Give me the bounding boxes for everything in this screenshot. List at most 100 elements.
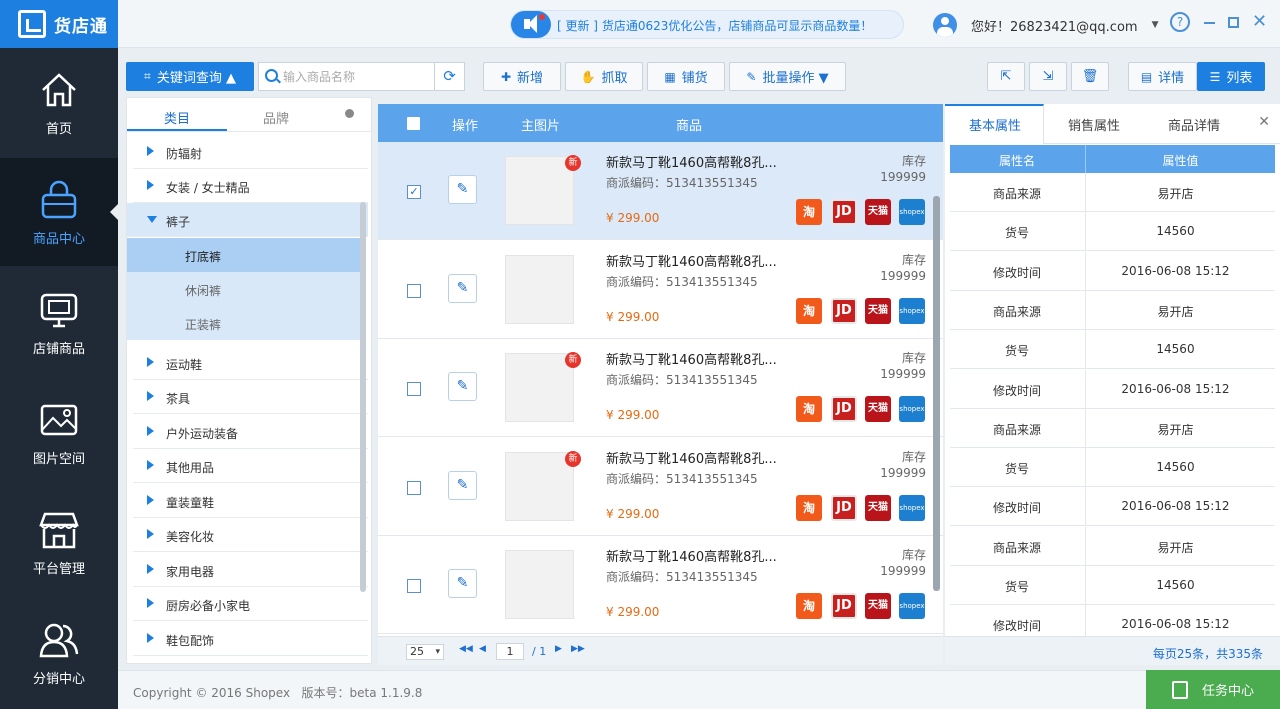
subcategory-item[interactable]: 打底裤	[127, 238, 362, 272]
row-checkbox[interactable]	[407, 579, 421, 593]
row-checkbox[interactable]: ✓	[407, 185, 421, 199]
category-item[interactable]: 鞋包配饰	[133, 622, 368, 656]
app-logo[interactable]: 货店通	[0, 0, 118, 48]
taobao-logo-icon[interactable]: 淘	[796, 297, 822, 324]
shopex-logo-icon[interactable]: shopex	[899, 297, 925, 324]
tmall-logo-icon[interactable]: 天猫	[865, 494, 891, 521]
jd-logo-icon[interactable]: JD	[831, 199, 857, 225]
subcategory-item[interactable]: 正装裤	[127, 306, 362, 340]
edit-pencil-icon[interactable]: ✎	[448, 470, 477, 500]
search-input[interactable]	[283, 66, 433, 87]
nav-item-distribution-center[interactable]: 分销中心	[0, 598, 118, 706]
jd-logo-icon[interactable]: JD	[831, 297, 857, 324]
jd-logo-icon[interactable]: JD	[831, 494, 857, 521]
shopex-logo-icon[interactable]: shopex	[899, 593, 925, 619]
shopex-logo-icon[interactable]: shopex	[899, 199, 925, 225]
shopex-logo-icon[interactable]: shopex	[899, 494, 925, 521]
category-item[interactable]: 女装 / 女士精品	[133, 169, 368, 203]
tab-basic-attributes[interactable]: 基本属性	[969, 115, 1021, 134]
nav-item-store-products[interactable]: 店铺商品	[0, 268, 118, 376]
list-view-button[interactable]: ☰ 列表	[1197, 62, 1265, 91]
product-name[interactable]: 新款马丁靴1460高帮靴8孔...	[606, 349, 777, 368]
product-row[interactable]: ✎ 新 新款马丁靴1460高帮靴8孔... 商派编码：513413551345 ¥ 29…	[378, 339, 943, 437]
export-icon[interactable]: ⇱	[987, 62, 1025, 91]
chevron-down-icon[interactable]: ▼	[1152, 20, 1159, 30]
minimize-icon[interactable]	[1204, 22, 1215, 24]
category-item-expanded[interactable]: 裤子	[127, 203, 368, 237]
maximize-icon[interactable]	[1228, 17, 1239, 28]
product-thumbnail[interactable]: 新	[505, 352, 581, 422]
help-icon[interactable]: ?	[1170, 12, 1190, 32]
nav-item-platform-management[interactable]: 平台管理	[0, 488, 118, 596]
batch-operation-button[interactable]: ✎ 批量操作 ▼	[729, 62, 846, 91]
product-name[interactable]: 新款马丁靴1460高帮靴8孔...	[606, 448, 777, 467]
edit-pencil-icon[interactable]: ✎	[448, 273, 477, 303]
shopex-logo-icon[interactable]: shopex	[899, 396, 925, 422]
nav-item-home[interactable]: 首页	[0, 48, 118, 156]
product-thumbnail[interactable]	[505, 254, 574, 324]
product-row[interactable]: ✎ 新 新款马丁靴1460高帮靴8孔... 商派编码：513413551345 ¥ 29…	[378, 437, 943, 536]
jd-logo-icon[interactable]: JD	[831, 396, 857, 422]
category-item[interactable]: 防辐射	[133, 135, 368, 169]
prev-page-icon[interactable]: ◀	[479, 644, 486, 654]
tmall-logo-icon[interactable]: 天猫	[865, 199, 891, 225]
nav-item-product-center[interactable]: 商品中心	[0, 158, 118, 266]
tab-product-details[interactable]: 商品详情	[1168, 115, 1220, 134]
category-item[interactable]: 户外运动装备	[133, 415, 368, 449]
category-item[interactable]: 美容化妆	[133, 518, 368, 552]
pin-icon[interactable]	[345, 109, 354, 118]
category-item[interactable]: 家用电器	[133, 553, 368, 587]
product-row[interactable]: ✎ 新款马丁靴1460高帮靴8孔... 商派编码：513413551345 ¥ 299…	[378, 240, 943, 339]
nav-item-image-space[interactable]: 图片空间	[0, 378, 118, 486]
first-page-icon[interactable]: ◀◀	[459, 644, 473, 654]
grid-scrollbar[interactable]	[933, 196, 940, 591]
add-button[interactable]: ✚ 新增	[483, 62, 561, 91]
edit-pencil-icon[interactable]: ✎	[448, 175, 477, 204]
edit-pencil-icon[interactable]: ✎	[448, 569, 477, 598]
taobao-logo-icon[interactable]: 淘	[796, 396, 822, 422]
page-size-select[interactable]: 25	[406, 644, 444, 660]
category-item[interactable]: 童装童鞋	[133, 484, 368, 518]
tmall-logo-icon[interactable]: 天猫	[865, 593, 891, 619]
close-panel-icon[interactable]: ✕	[1258, 114, 1270, 130]
page-input[interactable]: 1	[496, 643, 524, 660]
product-thumbnail[interactable]: 新	[505, 155, 581, 225]
announcement-bar[interactable]: [ 更新 ] 货店通0623优化公告，店铺商品可显示商品数量！	[510, 10, 904, 39]
category-item[interactable]: 厨房必备小家电	[133, 587, 368, 621]
category-item[interactable]: 运动鞋	[133, 346, 368, 380]
grab-button[interactable]: ✋ 抓取	[565, 62, 643, 91]
product-name[interactable]: 新款马丁靴1460高帮靴8孔...	[606, 546, 777, 565]
distribute-button[interactable]: ▦ 铺货	[647, 62, 725, 91]
trash-icon[interactable]: 🗑	[1071, 62, 1109, 91]
last-page-icon[interactable]: ▶▶	[571, 644, 585, 654]
tmall-logo-icon[interactable]: 天猫	[865, 396, 891, 422]
jd-logo-icon[interactable]: JD	[831, 593, 857, 619]
detail-view-button[interactable]: ▤ 详情	[1128, 62, 1197, 91]
product-thumbnail[interactable]	[505, 550, 574, 619]
subcategory-item[interactable]: 休闲裤	[127, 272, 362, 306]
edit-pencil-icon[interactable]: ✎	[448, 372, 477, 401]
next-page-icon[interactable]: ▶	[555, 644, 562, 654]
product-row[interactable]: ✎ 新款马丁靴1460高帮靴8孔... 商派编码：513413551345 ¥ 299…	[378, 536, 943, 634]
tab-category[interactable]: 类目	[164, 108, 190, 127]
user-menu[interactable]: 您好！26823421@qq.com ▼	[933, 13, 1159, 37]
category-item[interactable]: 其他用品	[133, 449, 368, 483]
row-checkbox[interactable]	[407, 382, 421, 396]
product-name[interactable]: 新款马丁靴1460高帮靴8孔...	[606, 152, 777, 171]
tab-brand[interactable]: 品牌	[263, 108, 289, 127]
category-item[interactable]: 茶具	[133, 380, 368, 414]
tab-sales-attributes[interactable]: 销售属性	[1068, 115, 1120, 134]
product-row[interactable]: ✓ ✎ 新 新款马丁靴1460高帮靴8孔... 商派编码：513413551345 ¥ 2…	[378, 142, 943, 240]
refresh-icon[interactable]: ⟳	[434, 63, 464, 90]
keyword-search-button[interactable]: ⌗ 关键词查询 ▲	[126, 62, 254, 91]
taobao-logo-icon[interactable]: 淘	[796, 199, 822, 225]
close-icon[interactable]: ✕	[1252, 11, 1267, 32]
category-scrollbar[interactable]	[360, 202, 366, 592]
taobao-logo-icon[interactable]: 淘	[796, 593, 822, 619]
product-name[interactable]: 新款马丁靴1460高帮靴8孔...	[606, 251, 777, 270]
select-all-checkbox[interactable]	[407, 117, 420, 130]
row-checkbox[interactable]	[407, 480, 421, 495]
product-thumbnail[interactable]: 新	[505, 450, 581, 521]
tmall-logo-icon[interactable]: 天猫	[865, 297, 891, 324]
import-icon[interactable]: ⇲	[1029, 62, 1067, 91]
